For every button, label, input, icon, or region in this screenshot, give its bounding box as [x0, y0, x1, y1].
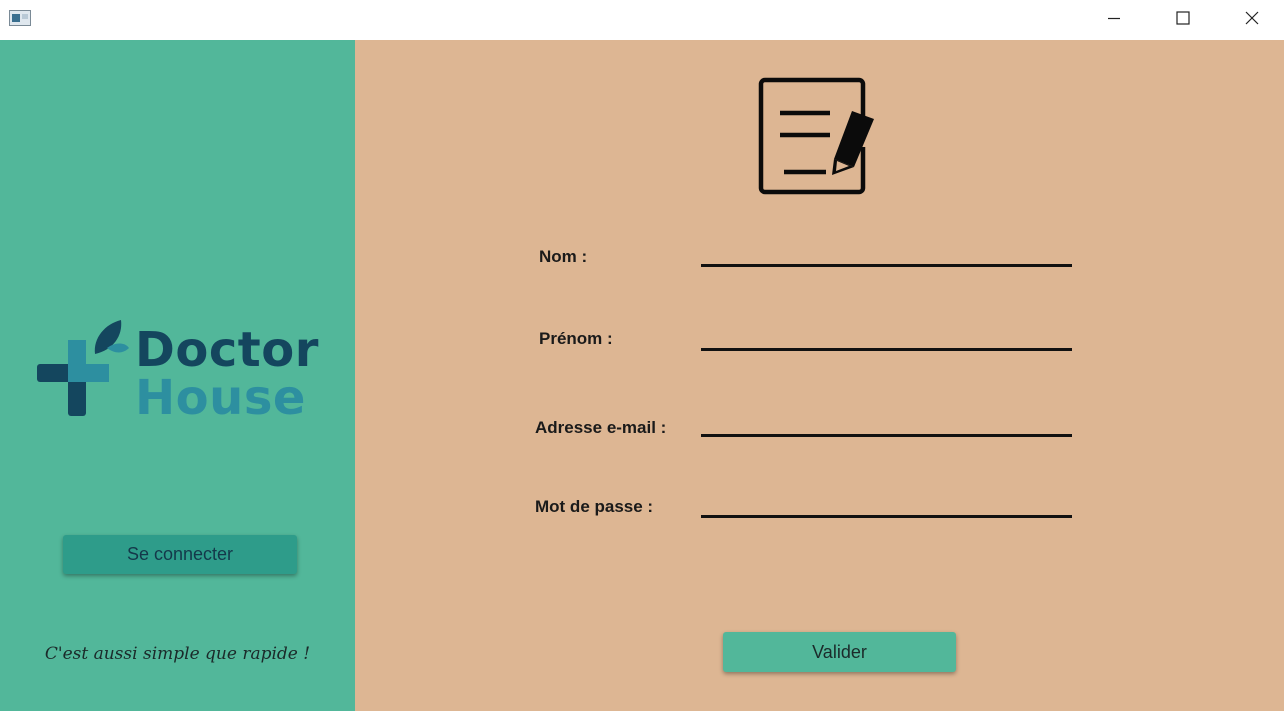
- connect-button[interactable]: Se connecter: [63, 535, 297, 574]
- tagline-text: C'est aussi simple que rapide !: [44, 644, 311, 664]
- email-input[interactable]: [701, 411, 1072, 437]
- password-input[interactable]: [701, 492, 1072, 518]
- logo-text-house: House: [135, 370, 306, 426]
- window-titlebar: [0, 0, 1284, 40]
- prenom-input[interactable]: [701, 325, 1072, 351]
- label-prenom: Prénom :: [539, 329, 613, 348]
- maximize-button[interactable]: [1160, 0, 1206, 36]
- medical-cross-leaf-icon: [37, 320, 129, 416]
- form-edit-icon: [758, 77, 874, 195]
- app-icon: [9, 10, 31, 26]
- submit-button[interactable]: Valider: [723, 632, 956, 672]
- nom-input[interactable]: [701, 241, 1072, 267]
- sidebar-panel: Doctor House Se connecter C'est aussi si…: [0, 40, 355, 711]
- doctor-house-logo: Doctor House: [35, 318, 335, 428]
- close-button[interactable]: [1229, 0, 1275, 36]
- label-nom: Nom :: [539, 247, 588, 266]
- close-icon: [1245, 11, 1259, 25]
- minimize-button[interactable]: [1091, 0, 1137, 36]
- maximize-icon: [1176, 11, 1190, 25]
- minimize-icon: [1108, 17, 1120, 20]
- label-email: Adresse e-mail :: [535, 418, 667, 437]
- label-password: Mot de passe :: [535, 497, 654, 516]
